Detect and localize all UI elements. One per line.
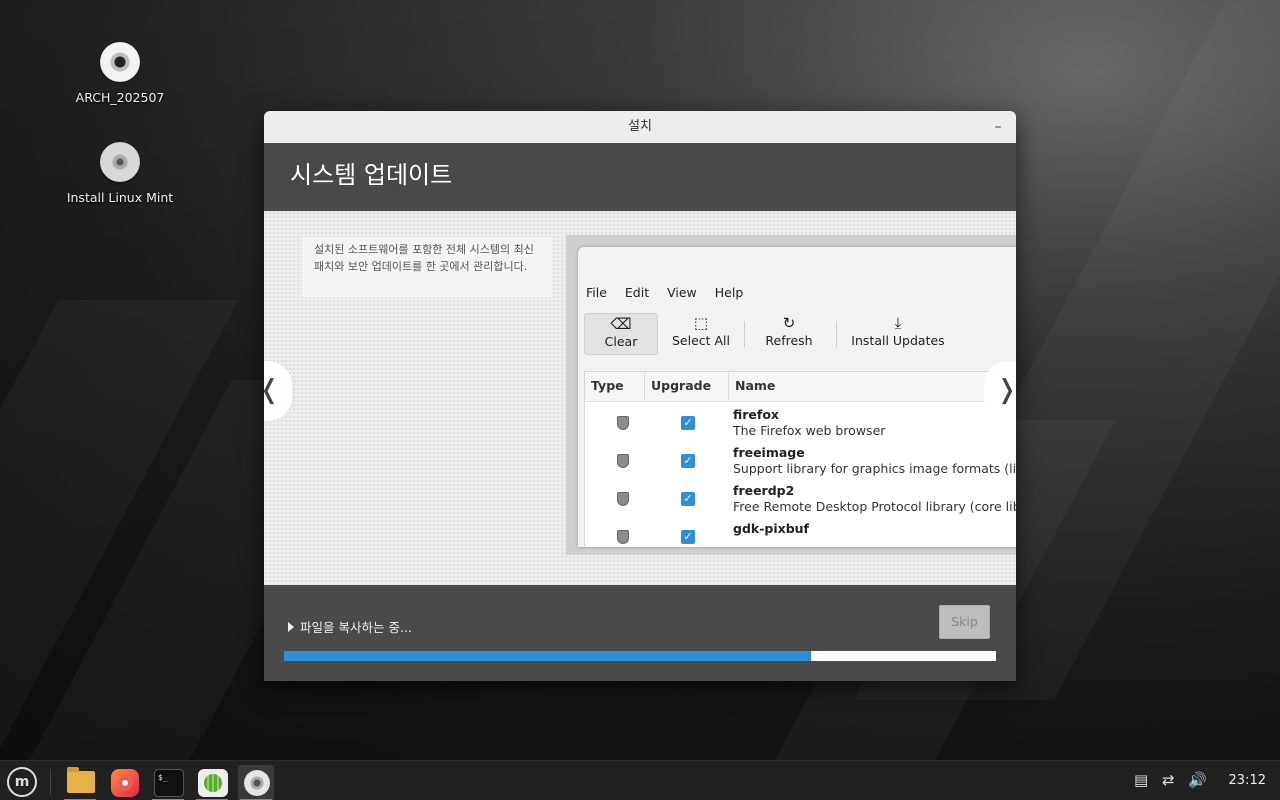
column-name: Name: [735, 378, 776, 393]
table-header: Type Upgrade Name: [585, 372, 1016, 402]
checkbox-checked: ✓: [681, 416, 695, 430]
slideshow: 설치된 소프트웨어를 포함한 전체 시스템의 최신 패치와 보안 업데이트를 한…: [264, 211, 1016, 585]
skip-button[interactable]: Skip: [939, 605, 990, 639]
checkbox-checked: ✓: [681, 530, 695, 544]
refresh-label: Refresh: [765, 333, 813, 348]
folder-icon: [67, 767, 95, 793]
toolbar-separator: [836, 321, 837, 347]
select-all-icon: ⬚: [693, 314, 709, 332]
backspace-icon: ⌫: [610, 315, 632, 333]
refresh-icon: ↻: [782, 314, 796, 332]
install-updates-label: Install Updates: [851, 333, 945, 348]
taskbar-separator: [50, 769, 51, 795]
linux-mint-logo-icon: m: [7, 767, 37, 797]
table-row: ✓ freeimage Support library for graphics…: [585, 440, 1016, 478]
previous-slide-button[interactable]: ❬: [264, 361, 292, 421]
column-type: Type: [585, 372, 645, 402]
terminal-icon: $_: [154, 769, 184, 797]
system-tray: ▤ ⇄ 🔊 23:12: [1130, 761, 1280, 800]
taskbar: m $_ ▤ ⇄ 🔊 23:12: [0, 760, 1280, 800]
install-updates-button: ⤓ Install Updates: [848, 313, 948, 355]
firefox-icon: [111, 769, 139, 797]
desktop-icon-label: ARCH_202507: [75, 90, 165, 105]
slide-description: 설치된 소프트웨어를 포함한 전체 시스템의 최신 패치와 보안 업데이트를 한…: [302, 237, 552, 297]
taskbar-web-app[interactable]: [194, 765, 230, 800]
menu-view: View: [667, 285, 697, 300]
desktop-icon-install-linux-mint[interactable]: Install Linux Mint: [65, 142, 175, 205]
shield-icon: [617, 416, 629, 430]
notes-icon[interactable]: ▤: [1134, 771, 1148, 789]
network-disconnected-icon[interactable]: ⇄: [1162, 771, 1175, 789]
window-title: 설치: [628, 119, 652, 134]
volume-icon[interactable]: 🔊: [1188, 771, 1207, 789]
taskbar-firefox[interactable]: [106, 765, 142, 800]
status-expander[interactable]: 파일을 복사하는 중...: [288, 617, 412, 636]
expander-arrow-icon: [288, 622, 294, 632]
menu-file: File: [586, 285, 607, 300]
toolbar-separator: [744, 321, 745, 347]
disc-icon: [244, 770, 270, 796]
slide-screenshot: File Edit View Help ⌫ Clear ⬚ Select All: [566, 235, 1016, 555]
disc-icon: [100, 142, 140, 182]
desktop-icon-arch[interactable]: ARCH_202507: [65, 42, 175, 105]
checkbox-checked: ✓: [681, 492, 695, 506]
menubar: File Edit View Help: [586, 285, 757, 300]
minimize-button[interactable]: –: [988, 111, 1008, 143]
table-row: ✓ gdk-pixbuf: [585, 516, 1016, 547]
shield-icon: [617, 530, 629, 544]
toolbar: ⌫ Clear ⬚ Select All ↻ Refresh ⤓ Install…: [584, 313, 1016, 357]
select-all-label: Select All: [671, 333, 731, 348]
checkbox-checked: ✓: [681, 454, 695, 468]
taskbar-files[interactable]: [62, 765, 98, 800]
package-desc: The Firefox web browser: [733, 423, 886, 438]
progress-fill: [284, 651, 811, 661]
clock[interactable]: 23:12: [1229, 773, 1266, 788]
progress-bar: [284, 651, 996, 661]
web-app-icon: [198, 769, 228, 797]
page-title: 시스템 업데이트: [290, 161, 453, 189]
package-name: gdk-pixbuf: [733, 521, 809, 536]
installer-footer: 파일을 복사하는 중... Skip: [264, 585, 1016, 681]
menu-help: Help: [714, 285, 744, 300]
package-name: freeimage: [733, 445, 805, 460]
next-slide-button[interactable]: ❭: [984, 361, 1016, 421]
taskbar-installer[interactable]: [238, 765, 274, 800]
clear-label: Clear: [604, 334, 638, 349]
page-header: 시스템 업데이트: [264, 143, 1016, 211]
clear-button: ⌫ Clear: [584, 313, 658, 355]
download-icon: ⤓: [894, 314, 902, 332]
table-row: ✓ freerdp2 Free Remote Desktop Protocol …: [585, 478, 1016, 516]
shield-icon: [617, 454, 629, 468]
update-manager-preview: File Edit View Help ⌫ Clear ⬚ Select All: [578, 247, 1016, 547]
menu-edit: Edit: [624, 285, 650, 300]
package-desc: Support library for graphics image forma…: [733, 461, 1016, 476]
desktop-icon-label: Install Linux Mint: [66, 190, 174, 205]
package-desc: Free Remote Desktop Protocol library (co…: [733, 499, 1016, 514]
taskbar-terminal[interactable]: $_: [150, 765, 186, 800]
table-row: ✓ firefox The Firefox web browser: [585, 402, 1016, 440]
package-name: firefox: [733, 407, 779, 422]
status-label: 파일을 복사하는 중...: [300, 620, 412, 635]
select-all-button: ⬚ Select All: [664, 313, 738, 355]
window-titlebar[interactable]: 설치 –: [264, 111, 1016, 143]
disc-icon: [100, 42, 140, 82]
installer-window: 설치 – 시스템 업데이트 설치된 소프트웨어를 포함한 전체 시스템의 최신 …: [264, 111, 1016, 681]
start-menu-button[interactable]: m: [4, 765, 40, 800]
column-upgrade: Upgrade: [645, 372, 729, 402]
package-name: freerdp2: [733, 483, 795, 498]
refresh-button: ↻ Refresh: [756, 313, 822, 355]
shield-icon: [617, 492, 629, 506]
updates-table: Type Upgrade Name ✓ firefox The Firefox …: [584, 371, 1016, 547]
